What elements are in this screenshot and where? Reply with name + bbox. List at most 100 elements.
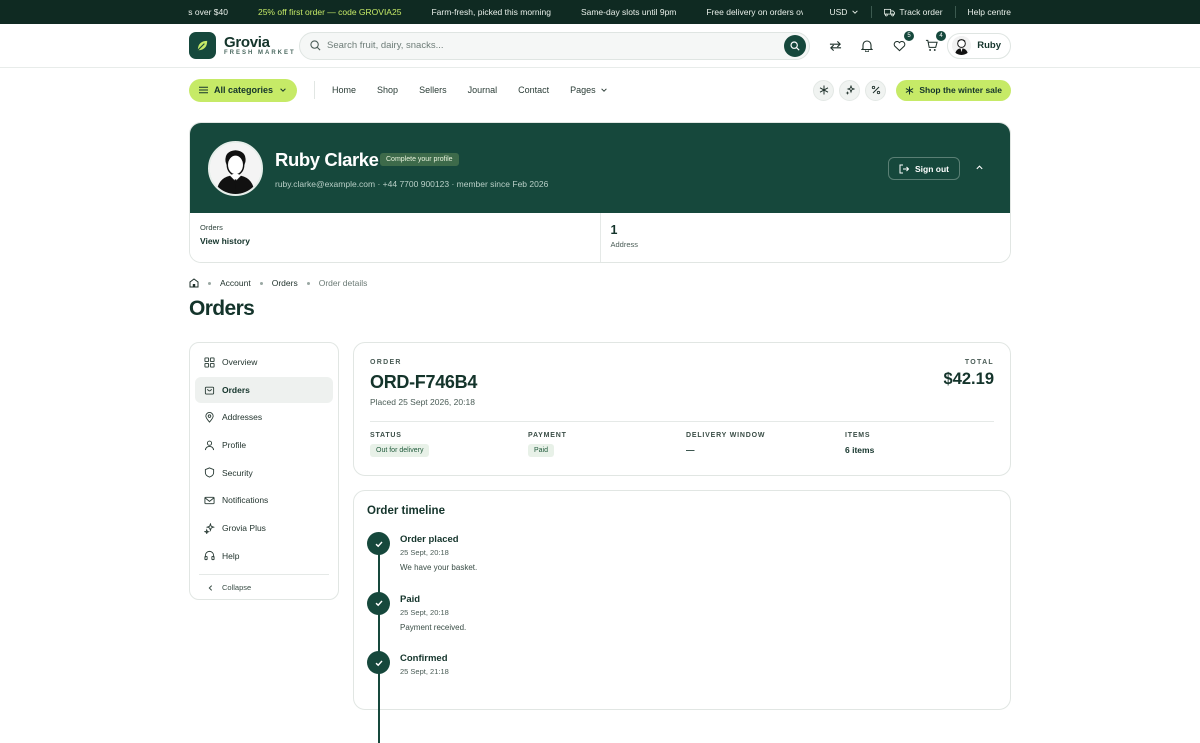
- winter-sale-label: Shop the winter sale: [919, 85, 1002, 95]
- page-title: Orders: [189, 297, 255, 320]
- sidebar-item-help[interactable]: Help: [195, 543, 333, 569]
- cart-icon: [925, 39, 938, 51]
- user-icon: [204, 440, 215, 450]
- winter-sale-button[interactable]: Shop the winter sale: [896, 79, 1011, 101]
- items-count: 6 items: [845, 445, 875, 455]
- sidebar-item-notifications[interactable]: Notifications: [195, 487, 333, 513]
- complete-profile-chip[interactable]: Complete your profile: [380, 153, 459, 166]
- delivery-window-column: DELIVERY WINDOW —: [686, 432, 765, 455]
- order-total: $42.19: [943, 370, 994, 388]
- breadcrumb: Account Orders Order details: [189, 278, 367, 288]
- nav-link-sellers[interactable]: Sellers: [419, 85, 447, 95]
- profile-avatar: [208, 141, 263, 196]
- sparkle-filter-button[interactable]: [839, 79, 861, 101]
- chevron-up-icon[interactable]: [975, 163, 984, 172]
- order-id: ORD-F746B4: [370, 372, 478, 392]
- nav-link-journal[interactable]: Journal: [468, 85, 498, 95]
- nav-link-pages[interactable]: Pages: [570, 85, 608, 95]
- sidebar-item-overview[interactable]: Overview: [195, 349, 333, 375]
- nav-link-shop[interactable]: Shop: [377, 85, 398, 95]
- account-sidebar: Overview Orders Addresses Profile Security No…: [189, 342, 339, 600]
- avatar: [952, 36, 972, 55]
- track-order-link[interactable]: Track order: [872, 7, 954, 17]
- timeline-step-date: 25 Sept, 20:18: [400, 548, 449, 557]
- address-stat[interactable]: 1 Address: [599, 213, 1011, 262]
- timeline-step-title: Paid: [400, 593, 421, 605]
- profile-meta: ruby.clarke@example.com · +44 7700 90012…: [275, 179, 549, 189]
- wishlist-count-badge: 5: [904, 30, 914, 41]
- promo-message: 25% off first order — code GROVIA25: [257, 7, 402, 17]
- breadcrumb-orders[interactable]: Orders: [272, 278, 298, 288]
- address-count: 1: [610, 223, 618, 237]
- sidebar-item-label: Help: [222, 550, 240, 561]
- collapse-label: Collapse: [222, 583, 252, 593]
- list-icon: [199, 86, 208, 94]
- percent-icon: [871, 85, 880, 95]
- pin-icon: [205, 411, 214, 423]
- order-timeline-card: Order timeline Order placed 25 Sept, 20:1…: [353, 490, 1011, 743]
- chevron-down-icon: [852, 10, 859, 14]
- snowflake-icon: [819, 85, 829, 95]
- currency-label: USD: [829, 7, 848, 17]
- view-history-link[interactable]: View history: [200, 236, 590, 246]
- all-categories-button[interactable]: All categories: [189, 78, 298, 102]
- help-centre-link[interactable]: Help centre: [956, 7, 1011, 17]
- home-icon[interactable]: [189, 278, 199, 288]
- snowflake-icon: [906, 85, 914, 95]
- sidebar-item-label: Overview: [222, 357, 258, 367]
- timeline-step-date: 25 Sept, 20:18: [400, 607, 449, 617]
- search-icon: [310, 40, 321, 51]
- sign-out-label: Sign out: [915, 163, 949, 174]
- sidebar-item-profile[interactable]: Profile: [195, 432, 333, 458]
- breadcrumb-account[interactable]: Account: [220, 278, 251, 288]
- nav-link-home[interactable]: Home: [332, 85, 356, 95]
- snowflake-filter-button[interactable]: [813, 79, 835, 101]
- delivery-window-value: —: [686, 445, 695, 455]
- order-placed-date: Placed 25 Sept 2026, 20:18: [370, 397, 475, 407]
- currency-select[interactable]: USD: [817, 7, 871, 17]
- sidebar-item-label: Security: [222, 467, 253, 478]
- compare-button[interactable]: [826, 37, 844, 55]
- bell-icon: [861, 40, 873, 52]
- headset-icon: [204, 551, 215, 561]
- collapse-sidebar-button[interactable]: Collapse: [195, 579, 333, 597]
- promo-message: Same-day slots until 9pm: [580, 7, 677, 17]
- grid-icon: [204, 356, 215, 368]
- sidebar-item-label: Addresses: [222, 412, 263, 423]
- sidebar-item-grovia-plus[interactable]: Grovia Plus: [195, 515, 333, 541]
- profile-card: Ruby Clarke Complete your profile ruby.c…: [189, 122, 1011, 263]
- heart-icon: [893, 40, 905, 51]
- breadcrumb-current: Order details: [318, 278, 368, 288]
- chevron-down-icon: [600, 88, 607, 92]
- chevron-down-icon: [280, 88, 286, 92]
- wishlist-button[interactable]: 5: [890, 30, 914, 55]
- timeline-step-note: Payment received.: [400, 622, 467, 632]
- nav-link-contact[interactable]: Contact: [518, 85, 549, 95]
- notifications-button[interactable]: [858, 37, 876, 55]
- order-total-label: TOTAL: [964, 359, 994, 366]
- brand-name: Grovia: [224, 34, 270, 51]
- track-order-label: Track order: [899, 7, 943, 17]
- swap-arrows-icon: [829, 40, 841, 51]
- discount-filter-button[interactable]: [865, 79, 887, 101]
- sidebar-item-addresses[interactable]: Addresses: [195, 404, 333, 430]
- search-button[interactable]: [784, 34, 806, 57]
- payment-label: PAYMENT: [528, 432, 567, 439]
- sidebar-item-label: Grovia Plus: [222, 523, 266, 534]
- promo-bar: y on orders over $40 25% off first order …: [0, 0, 1200, 24]
- sidebar-item-orders[interactable]: Orders: [195, 376, 333, 403]
- payment-badge: Paid: [528, 444, 555, 457]
- leaf-icon: [189, 32, 216, 59]
- main-nav: All categories Home Shop Sellers Journal…: [0, 73, 1200, 107]
- delivery-window-label: DELIVERY WINDOW: [686, 432, 766, 439]
- orders-stat[interactable]: Orders View history: [190, 213, 600, 262]
- sidebar-item-security[interactable]: Security: [195, 460, 333, 486]
- user-menu-button[interactable]: Ruby: [947, 32, 1011, 59]
- status-badge: Out for delivery: [370, 444, 430, 457]
- cart-button[interactable]: 4: [922, 30, 946, 55]
- payment-column: PAYMENT Paid: [528, 432, 567, 457]
- sign-out-button[interactable]: Sign out: [888, 157, 960, 180]
- search-input[interactable]: [327, 40, 784, 51]
- brand-logo[interactable]: Grovia FRESH MARKET: [189, 32, 299, 59]
- items-label: ITEMS: [845, 432, 871, 439]
